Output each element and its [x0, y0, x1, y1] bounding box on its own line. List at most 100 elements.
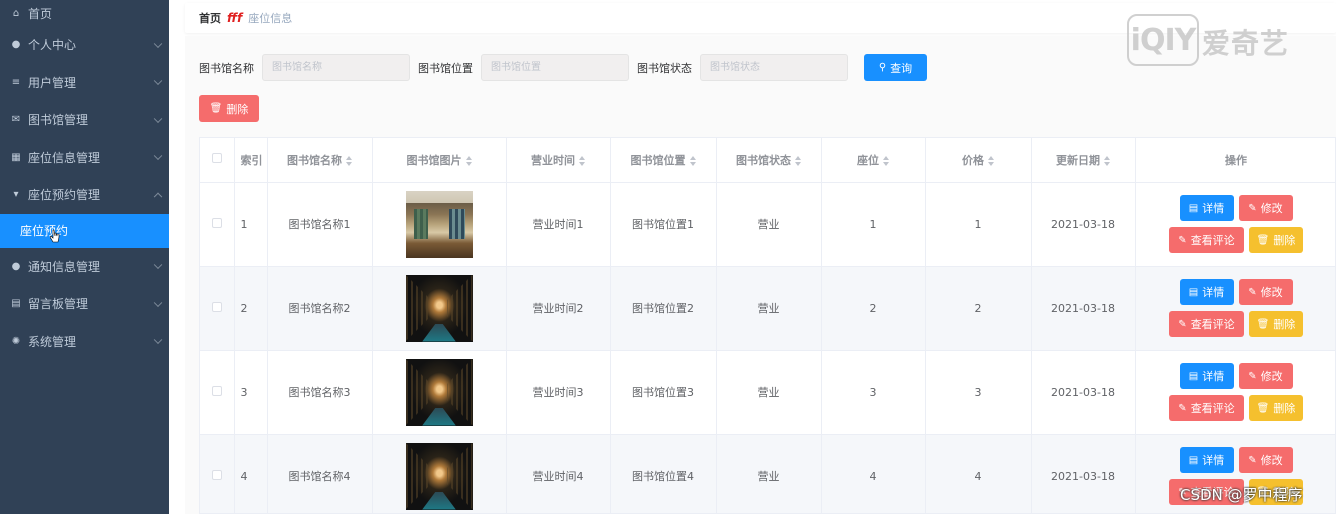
- search-status-input[interactable]: [700, 54, 848, 81]
- sidebar-item-users[interactable]: ≡ 用户管理: [0, 64, 169, 102]
- document-icon: ▤: [1188, 370, 1199, 382]
- cell-status: 营业: [716, 182, 822, 267]
- edit-button[interactable]: ✎ 修改: [1238, 363, 1293, 389]
- search-name-label: 图书馆名称: [199, 61, 254, 75]
- cell-actions: ▤ 详情 ✎ 修改 ✎ 查看评论 🗑 删除: [1135, 182, 1335, 267]
- search-name-input[interactable]: [262, 54, 410, 81]
- cell-actions: ▤ 详情 ✎ 修改 ✎ 查看评论 🗑 删除: [1135, 350, 1335, 435]
- row-checkbox[interactable]: [200, 434, 235, 513]
- cell-location: 图书馆位置1: [610, 182, 717, 267]
- detail-button[interactable]: ▤ 详情: [1179, 363, 1234, 389]
- sort-icon[interactable]: [1104, 155, 1110, 166]
- edit-button[interactable]: ✎ 修改: [1238, 447, 1293, 473]
- cell-index: 3: [234, 350, 268, 435]
- sort-icon[interactable]: [465, 155, 472, 166]
- delete-button[interactable]: 🗑 删除: [1249, 227, 1303, 253]
- iqiyi-logo: iQIY: [1127, 14, 1199, 66]
- sidebar-item-label: 座位预约管理: [28, 188, 101, 203]
- column-header-seat[interactable]: 座位: [821, 138, 926, 183]
- search-location-input[interactable]: [481, 54, 629, 81]
- delete-button[interactable]: 🗑 删除: [1249, 395, 1303, 421]
- review-button[interactable]: ✎ 查看评论: [1169, 311, 1244, 337]
- column-header-hours[interactable]: 营业时间: [506, 138, 611, 183]
- column-header-price[interactable]: 价格: [925, 138, 1032, 183]
- sidebar-item-library[interactable]: ✉ 图书馆管理: [0, 101, 169, 139]
- cell-actions: ▤ 详情 ✎ 修改 ✎ 查看评论 🗑 删除: [1135, 266, 1335, 351]
- chevron-down-icon: [153, 260, 163, 270]
- sidebar-item-seat-reserve[interactable]: ▾ 座位预约管理: [0, 176, 169, 214]
- batch-delete-button[interactable]: 🗑 删除: [199, 95, 259, 122]
- sidebar-subitem-seat-reserve[interactable]: 座位预约: [0, 213, 169, 248]
- cell-location: 图书馆位置2: [610, 266, 717, 351]
- column-header-name[interactable]: 图书馆名称: [267, 138, 373, 183]
- column-header-status[interactable]: 图书馆状态: [716, 138, 822, 183]
- cell-index: 1: [234, 182, 268, 267]
- sidebar-item-label: 系统管理: [28, 334, 77, 349]
- search-location-label: 图书馆位置: [418, 61, 473, 75]
- sidebar-item-board[interactable]: ▤ 留言板管理: [0, 285, 169, 323]
- sort-icon[interactable]: [883, 155, 889, 166]
- row-checkbox[interactable]: [200, 350, 235, 435]
- cell-location: 图书馆位置4: [610, 434, 717, 513]
- sort-icon[interactable]: [988, 155, 994, 166]
- chevron-up-icon: [153, 192, 163, 201]
- sidebar-item-seat-info[interactable]: ▦ 座位信息管理: [0, 139, 169, 177]
- review-button[interactable]: ✎ 查看评论: [1169, 395, 1244, 421]
- row-checkbox[interactable]: [200, 182, 235, 267]
- cell-price: 2: [925, 266, 1032, 351]
- breadcrumb-separator-icon: fff: [227, 11, 243, 25]
- select-all-checkbox[interactable]: [200, 138, 235, 183]
- cell-location: 图书馆位置3: [610, 350, 717, 435]
- sort-icon[interactable]: [689, 155, 696, 166]
- cell-hours: 营业时间4: [506, 434, 611, 513]
- sort-icon[interactable]: [579, 155, 585, 166]
- cell-date: 2021-03-18: [1031, 434, 1136, 513]
- cell-date: 2021-03-18: [1031, 266, 1136, 351]
- cell-name: 图书馆名称1: [267, 182, 373, 267]
- detail-button[interactable]: ▤ 详情: [1179, 279, 1234, 305]
- mouse-cursor-icon: [50, 229, 60, 243]
- edit-icon: ✎: [1178, 402, 1187, 414]
- cell-date: 2021-03-18: [1031, 350, 1136, 435]
- iqiyi-watermark-text: 爱奇艺: [1202, 27, 1290, 60]
- cell-image: [372, 182, 507, 267]
- sidebar-item-label: 图书馆管理: [28, 113, 89, 128]
- breadcrumb-home[interactable]: 首页: [199, 10, 221, 26]
- column-header-date[interactable]: 更新日期: [1031, 138, 1136, 183]
- sidebar-item-label: 首页: [28, 6, 53, 21]
- library-photo: [405, 274, 473, 342]
- trash-icon: 🗑: [1256, 234, 1270, 246]
- delete-button[interactable]: 🗑 删除: [1249, 311, 1303, 337]
- column-header-index: 索引: [234, 138, 268, 183]
- table-row: 2 图书馆名称2 营业时间2 图书馆位置2 营业 2 2 2021-03-18 …: [200, 266, 1335, 351]
- sidebar-item-profile[interactable]: ● 个人中心: [0, 26, 169, 64]
- cell-seat: 2: [821, 266, 926, 351]
- cell-seat: 4: [821, 434, 926, 513]
- breadcrumb-current: 座位信息: [248, 12, 293, 25]
- sort-icon[interactable]: [346, 155, 352, 166]
- sidebar-subitem-label: 座位预约: [20, 224, 69, 238]
- library-photo: [405, 190, 473, 258]
- edit-icon: ✎: [1248, 454, 1257, 466]
- column-header-location[interactable]: 图书馆位置: [610, 138, 717, 183]
- query-button[interactable]: ⚲ 查询: [864, 54, 927, 81]
- mail-icon: ✉: [11, 114, 21, 126]
- home-icon: ⌂: [12, 7, 20, 19]
- review-button[interactable]: ✎ 查看评论: [1169, 227, 1244, 253]
- trash-icon: 🗑: [1256, 318, 1270, 330]
- detail-button[interactable]: ▤ 详情: [1179, 195, 1234, 221]
- sidebar-item-notice[interactable]: ● 通知信息管理: [0, 248, 169, 286]
- cell-name: 图书馆名称2: [267, 266, 373, 351]
- query-button-label: 查询: [890, 61, 913, 75]
- edit-button[interactable]: ✎ 修改: [1238, 279, 1293, 305]
- row-checkbox[interactable]: [200, 266, 235, 351]
- edit-button[interactable]: ✎ 修改: [1238, 195, 1293, 221]
- column-header-image[interactable]: 图书馆图片: [372, 138, 507, 183]
- sidebar-item-system[interactable]: ✺ 系统管理: [0, 323, 169, 361]
- table-row: 4 图书馆名称4 营业时间4 图书馆位置4 营业 4 4 2021-03-18 …: [200, 434, 1335, 513]
- sidebar-item-home[interactable]: ⌂ 首页: [0, 0, 169, 26]
- cell-price: 3: [925, 350, 1032, 435]
- cell-image: [372, 434, 507, 513]
- detail-button[interactable]: ▤ 详情: [1179, 447, 1234, 473]
- sort-icon[interactable]: [795, 155, 801, 166]
